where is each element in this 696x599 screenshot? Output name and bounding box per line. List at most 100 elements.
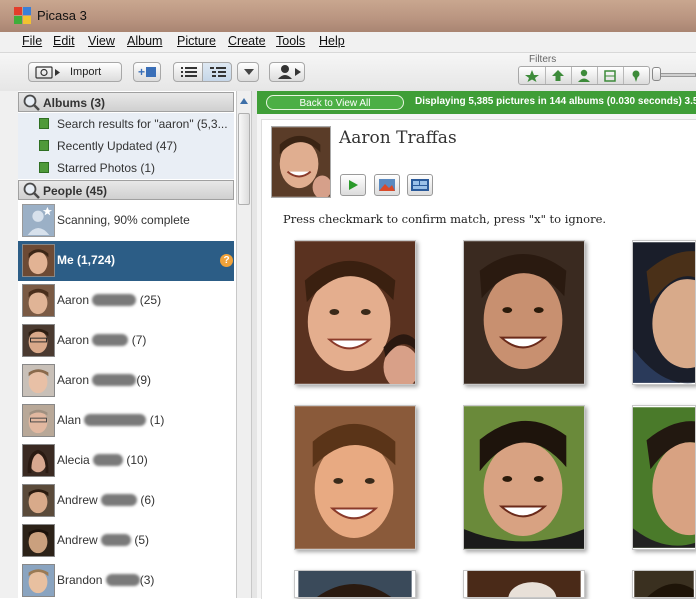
person-row-selected[interactable]: Me (1,724) ?: [18, 241, 234, 281]
person-name: Brandon: [57, 573, 103, 587]
face-thumbnail[interactable]: [463, 570, 585, 598]
redacted-surname: [84, 414, 147, 426]
instructions-text: Press checkmark to confirm match, press …: [283, 212, 607, 226]
set-thumbnail-button[interactable]: [374, 174, 400, 196]
filter-geotagged-button[interactable]: [623, 67, 649, 84]
avatar: [22, 244, 55, 277]
person-name: Andrew: [57, 493, 98, 507]
face-thumbnail[interactable]: [294, 570, 416, 598]
person-icon: [578, 69, 590, 82]
filter-uploaded-button[interactable]: [545, 67, 572, 84]
album-label: Recently Updated (47): [57, 139, 178, 153]
redacted-surname: [101, 494, 138, 506]
avatar: [22, 524, 55, 557]
chevron-down-icon: [244, 69, 254, 75]
list-view-icon: [181, 67, 197, 77]
menu-file[interactable]: File: [22, 34, 42, 48]
album-row[interactable]: Search results for "aaron" (5,3...: [18, 113, 234, 135]
avatar: [22, 284, 55, 317]
face-thumbnail[interactable]: [632, 405, 696, 550]
filters-label: Filters: [529, 54, 557, 65]
date-filter-slider-thumb[interactable]: [652, 67, 661, 81]
avatar: [22, 564, 55, 597]
collage-button[interactable]: [407, 174, 433, 196]
picasa-app-icon: [14, 7, 31, 24]
menu-tools[interactable]: Tools: [276, 34, 305, 48]
face-thumbnail[interactable]: [463, 405, 585, 550]
menu-picture[interactable]: Picture: [177, 34, 216, 48]
album-row[interactable]: Starred Photos (1): [18, 157, 234, 179]
menu-edit[interactable]: Edit: [53, 34, 75, 48]
avatar: [22, 364, 55, 397]
unknown-person-icon: [22, 204, 55, 237]
face-thumbnail[interactable]: [632, 570, 696, 598]
person-row[interactable]: Brandon (3): [18, 561, 234, 598]
search-icon: [23, 94, 40, 111]
person-name: Aaron: [57, 373, 90, 387]
avatar: [22, 444, 55, 477]
view-options-dropdown[interactable]: [237, 62, 259, 82]
person-row[interactable]: Alan (1): [18, 401, 234, 441]
filter-faces-button[interactable]: [571, 67, 598, 84]
person-name-heading: Aaron Traffas: [339, 128, 457, 148]
person-count: (1): [149, 413, 165, 427]
face-thumbnail[interactable]: [294, 240, 416, 385]
import-label: Import: [70, 66, 102, 78]
filter-movies-button[interactable]: [597, 67, 624, 84]
menu-view[interactable]: View: [88, 34, 115, 48]
person-row[interactable]: Aaron (7): [18, 321, 234, 361]
face-thumbnail[interactable]: [294, 405, 416, 550]
person-play-icon: [278, 65, 301, 79]
people-play-button[interactable]: [269, 62, 305, 82]
date-filter-slider-track[interactable]: [656, 73, 696, 77]
import-button[interactable]: Import: [28, 62, 122, 82]
svg-text:+: +: [138, 65, 145, 79]
title-bar: Picasa 3: [0, 0, 696, 32]
album-row[interactable]: Recently Updated (47): [18, 135, 234, 157]
person-count: (5): [134, 533, 150, 547]
tree-view-button[interactable]: [202, 62, 232, 82]
redacted-surname: [92, 294, 137, 306]
face-thumbnail[interactable]: [463, 240, 585, 385]
face-thumbnail[interactable]: [632, 240, 696, 385]
avatar: [22, 324, 55, 357]
import-camera-icon: [35, 66, 60, 79]
person-name: Alecia: [57, 453, 90, 467]
list-view-button[interactable]: [173, 62, 203, 82]
person-name: Andrew: [57, 533, 98, 547]
menu-album[interactable]: Album: [127, 34, 162, 48]
person-row[interactable]: Aaron (25): [18, 281, 234, 321]
tree-view-icon: [210, 67, 226, 77]
person-row[interactable]: Andrew (5): [18, 521, 234, 561]
help-icon[interactable]: ?: [220, 254, 233, 267]
play-icon: [349, 180, 358, 190]
person-row[interactable]: Alecia (10): [18, 441, 234, 481]
scroll-up-arrow-icon[interactable]: [237, 92, 251, 110]
add-to-album-button[interactable]: +: [133, 62, 161, 82]
person-count: (3): [139, 573, 155, 587]
redacted-surname: [92, 374, 137, 386]
person-row[interactable]: Aaron (9): [18, 361, 234, 401]
star-icon: [525, 70, 539, 82]
scanning-row: Scanning, 90% complete: [18, 201, 234, 241]
filter-starred-button[interactable]: [519, 67, 546, 84]
menu-help[interactable]: Help: [319, 34, 345, 48]
person-name: Aaron: [57, 333, 90, 347]
library-scrollbar[interactable]: [236, 91, 252, 598]
map-pin-icon: [632, 70, 640, 82]
window-title: Picasa 3: [37, 8, 87, 23]
person-name: Me: [57, 253, 74, 267]
play-slideshow-button[interactable]: [340, 174, 366, 196]
redacted-surname: [93, 454, 124, 466]
back-to-view-all-button[interactable]: Back to View All: [266, 95, 404, 110]
redacted-surname: [92, 334, 129, 346]
people-section-header[interactable]: People (45): [18, 180, 234, 200]
status-text: Displaying 5,385 pictures in 144 albums …: [415, 96, 696, 107]
avatar: [22, 484, 55, 517]
scroll-thumb[interactable]: [238, 113, 250, 205]
menu-create[interactable]: Create: [228, 34, 266, 48]
person-photo: [271, 126, 331, 198]
image-icon: [379, 179, 395, 191]
albums-section-header[interactable]: Albums (3): [18, 92, 234, 112]
person-row[interactable]: Andrew (6): [18, 481, 234, 521]
